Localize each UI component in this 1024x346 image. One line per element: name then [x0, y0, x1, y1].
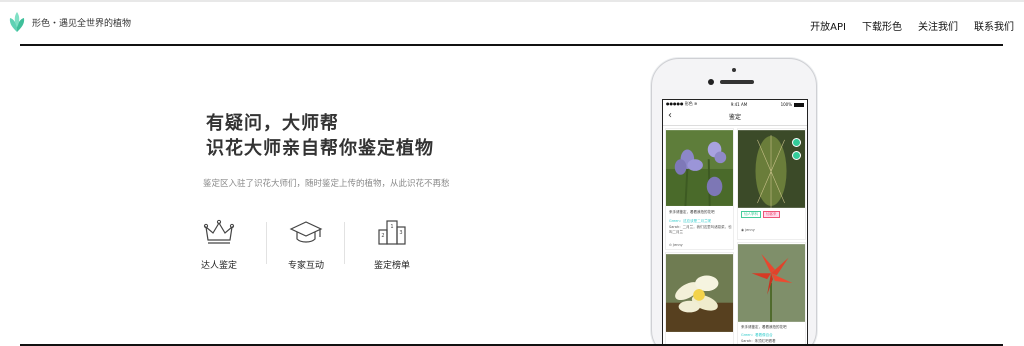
hero-subtitle: 鉴定区入驻了识花大师们，随时鉴定上传的植物，从此识花不再愁: [203, 179, 450, 189]
screen-title: 鉴定: [728, 114, 741, 121]
phone-speaker: [720, 80, 754, 84]
header-divider: [20, 44, 1003, 46]
status-carrier: ●●●●● 形色 ≋: [666, 101, 698, 106]
svg-text:2: 2: [381, 233, 384, 239]
feature-expert-identify: 达人鉴定: [184, 218, 254, 271]
nav-open-api[interactable]: 开放API: [810, 18, 846, 33]
post-card[interactable]: 仙人掌科 仙客来 ◉ jenny: [737, 128, 806, 240]
crown-icon: [203, 219, 235, 244]
feature-label: 鉴定榜单: [373, 261, 410, 271]
comment-line: Sarah：二月兰，我们这里叫诸葛菜，也叫二月兰: [669, 225, 732, 234]
phone-screen: ●●●●● 形色 ≋ 9:41 AM 100% ‹ 鉴定 来手请鉴定，看看我拍的…: [662, 99, 808, 346]
graduation-cap-icon: [289, 221, 323, 243]
screen-navbar: ‹ 鉴定: [663, 108, 807, 126]
feature-divider: [266, 222, 267, 264]
logo-icon[interactable]: [6, 10, 28, 34]
post-caption: 来手请鉴定，看看我拍的花吧: [741, 325, 787, 329]
feature-label: 达人鉴定: [200, 261, 237, 271]
tag-row: 仙人掌科 仙客来: [741, 211, 782, 218]
feature-expert-interaction: 专家互动: [271, 218, 341, 271]
species-tag[interactable]: 仙客来: [763, 211, 780, 218]
post-caption: 来手请鉴定，看看我拍的花吧: [669, 210, 715, 214]
phone-camera: [732, 68, 736, 72]
post-user: ⊙ Jenny: [669, 243, 683, 247]
nav-download[interactable]: 下载形色: [862, 18, 902, 33]
action-icon[interactable]: [792, 138, 801, 147]
top-nav: 开放API 下载形色 关注我们 联系我们: [810, 18, 1014, 33]
podium-icon: 1 2 3: [378, 220, 406, 245]
post-card[interactable]: 来手请鉴定，看看我拍的花吧 Green：这应该是二月兰呢 Sarah：二月兰，我…: [665, 128, 734, 250]
species-tag[interactable]: 仙人掌科: [741, 211, 761, 218]
status-bar: ●●●●● 形色 ≋ 9:41 AM 100%: [663, 100, 807, 108]
comment-line: Green：看着像百合: [741, 333, 773, 337]
post-user: ◉ jenny: [741, 228, 755, 232]
page: 形色・遇见全世界的植物 开放API 下载形色 关注我们 联系我们 有疑问，大师帮…: [0, 0, 1024, 346]
feature-divider: [344, 222, 345, 264]
action-icon[interactable]: [792, 151, 801, 160]
phone-mockup: ●●●●● 形色 ≋ 9:41 AM 100% ‹ 鉴定 来手请鉴定，看看我拍的…: [651, 58, 817, 346]
status-time: 9:41 AM: [730, 101, 748, 107]
photo-white-flower: [666, 254, 733, 332]
photo-red-flower: [738, 244, 805, 322]
nav-contact-us[interactable]: 联系我们: [974, 18, 1014, 33]
hero-title-line2: 识花大师亲自帮你鉴定植物: [206, 138, 434, 159]
nav-follow-us[interactable]: 关注我们: [918, 18, 958, 33]
photo-purple-flower: [666, 130, 733, 206]
brand-name[interactable]: 形色・遇见全世界的植物: [32, 16, 131, 29]
phone-sensor: [708, 79, 714, 85]
battery-icon: [794, 102, 804, 107]
status-battery: 100%: [781, 102, 804, 107]
post-card[interactable]: [665, 252, 734, 346]
feature-label: 专家互动: [287, 261, 324, 271]
post-card[interactable]: 来手请鉴定，看看我拍的花吧 Green：看着像百合 Sarah：朱顶红吧看着: [737, 242, 806, 346]
comment-line: Green：这应该是二月兰呢: [669, 219, 712, 223]
hero-title-line1: 有疑问，大师帮: [206, 113, 339, 134]
header: 形色・遇见全世界的植物 开放API 下载形色 关注我们 联系我们: [0, 2, 1024, 44]
svg-text:1: 1: [390, 224, 393, 230]
svg-text:3: 3: [399, 230, 402, 236]
feature-leaderboard: 1 2 3 鉴定榜单: [357, 218, 427, 271]
